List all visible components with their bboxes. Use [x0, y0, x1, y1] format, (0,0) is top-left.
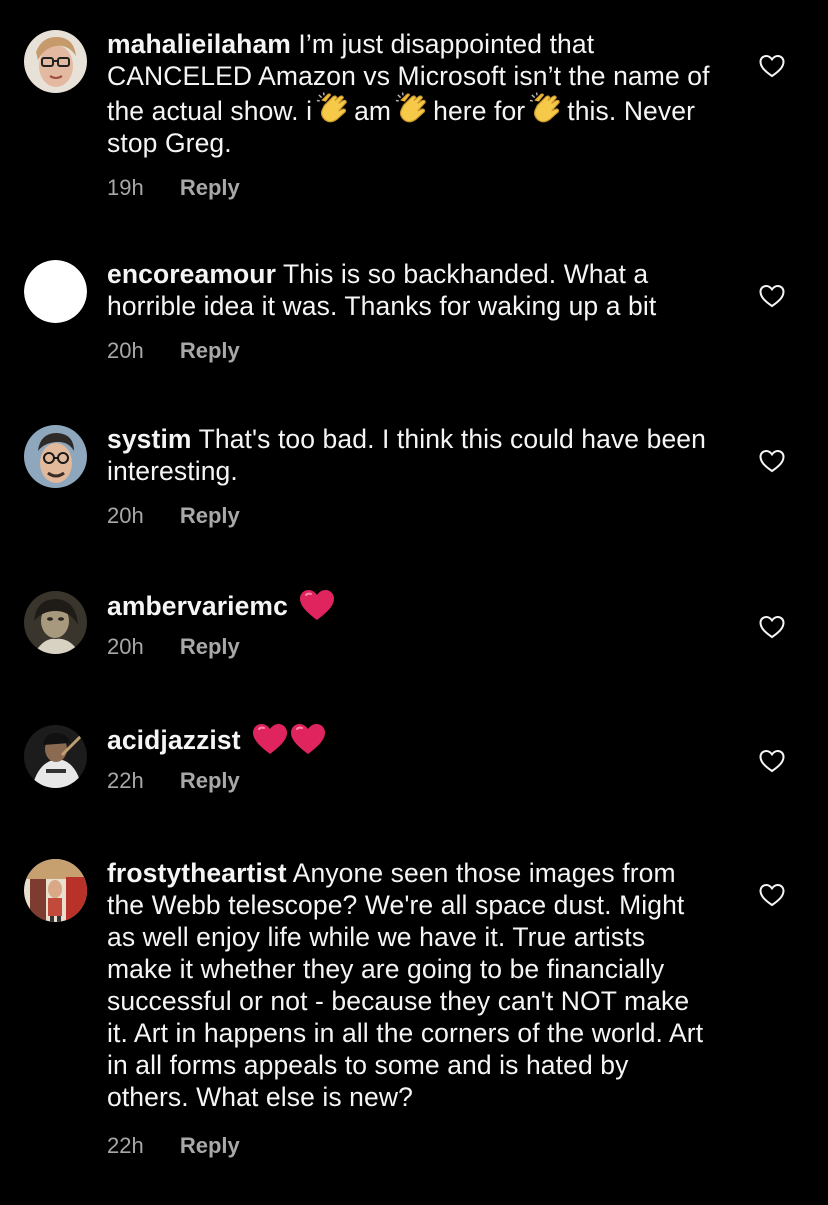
comment-username[interactable]: acidjazzist — [107, 725, 241, 755]
comment-time: 22h — [107, 768, 144, 793]
red-heart-emoji — [290, 723, 326, 755]
comment-username[interactable]: systim — [107, 424, 192, 454]
avatar[interactable] — [24, 725, 87, 788]
clapping-hands-emoji — [529, 92, 563, 126]
comment-time: 22h — [107, 1133, 144, 1158]
red-heart-emoji — [299, 589, 335, 621]
avatar[interactable] — [24, 425, 87, 488]
comment-username[interactable]: frostytheartist — [107, 858, 287, 888]
comment-meta: 22h Reply — [107, 1131, 717, 1161]
comment-time: 20h — [107, 634, 144, 659]
heart-outline-icon[interactable] — [759, 883, 785, 907]
clapping-hands-emoji — [395, 92, 429, 126]
heart-outline-icon[interactable] — [759, 749, 785, 773]
comment-text: encoreamour This is so backhanded. What … — [107, 259, 657, 321]
comment-meta: 20h Reply — [107, 336, 717, 366]
comment-username[interactable]: encoreamour — [107, 259, 276, 289]
heart-outline-icon[interactable] — [759, 284, 785, 308]
reply-button[interactable]: Reply — [180, 1131, 240, 1161]
reply-button[interactable]: Reply — [180, 632, 240, 662]
comment-text: mahalieilaham I’m just disappointed that… — [107, 29, 710, 158]
heart-outline-icon[interactable] — [759, 615, 785, 639]
red-heart-emoji — [252, 723, 288, 755]
comment-meta: 22h Reply — [107, 766, 717, 796]
reply-button[interactable]: Reply — [180, 336, 240, 366]
heart-outline-icon[interactable] — [759, 449, 785, 473]
comment-time: 19h — [107, 175, 144, 200]
avatar[interactable] — [24, 859, 87, 922]
comment-text: systim That's too bad. I think this coul… — [107, 424, 706, 486]
reply-button[interactable]: Reply — [180, 501, 240, 531]
heart-outline-icon[interactable] — [759, 54, 785, 78]
comment-text: ambervariemc — [107, 589, 717, 622]
comment-text: frostytheartist Anyone seen those images… — [107, 858, 704, 1112]
comment-text: acidjazzist — [107, 723, 717, 756]
comment-username[interactable]: ambervariemc — [107, 591, 288, 621]
comment-meta: 20h Reply — [107, 501, 717, 531]
comment-meta: 19h Reply — [107, 173, 717, 203]
comment-time: 20h — [107, 503, 144, 528]
comment-meta: 20h Reply — [107, 632, 717, 662]
clapping-hands-emoji — [316, 92, 350, 126]
reply-button[interactable]: Reply — [180, 173, 240, 203]
reply-button[interactable]: Reply — [180, 766, 240, 796]
avatar[interactable] — [24, 591, 87, 654]
comment-username[interactable]: mahalieilaham — [107, 29, 291, 59]
avatar[interactable] — [24, 30, 87, 93]
comment-time: 20h — [107, 338, 144, 363]
avatar[interactable] — [24, 260, 87, 323]
